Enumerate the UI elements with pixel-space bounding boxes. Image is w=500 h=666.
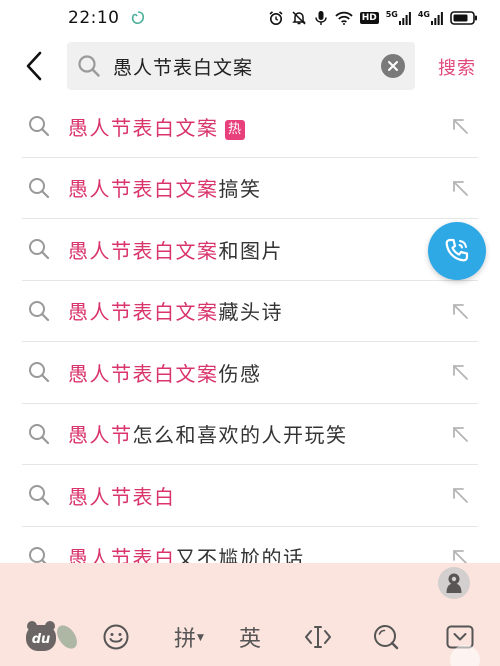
arrow-up-left-icon[interactable] bbox=[450, 116, 470, 136]
suggestion-rest: 藏头诗 bbox=[218, 300, 283, 325]
assistant-icon bbox=[446, 573, 462, 593]
english-label: 英 bbox=[238, 627, 261, 652]
smiley-icon bbox=[103, 624, 129, 650]
search-icon bbox=[29, 300, 50, 321]
clear-button[interactable] bbox=[381, 54, 405, 78]
suggestion-text: 愚人节表白文案热 bbox=[68, 112, 245, 141]
search-icon bbox=[78, 55, 100, 77]
suggestion-item[interactable]: 愚人节表白 bbox=[22, 465, 478, 527]
search-icon bbox=[29, 116, 50, 137]
suggestion-highlight: 愚人节表白 bbox=[68, 484, 176, 509]
cursor-move-icon bbox=[305, 626, 331, 648]
keyboard-assistant-button[interactable] bbox=[438, 567, 470, 599]
suggestion-text: 愚人节表白文案伤感 bbox=[68, 358, 262, 387]
search-input[interactable]: 愚人节表白文案 bbox=[67, 42, 415, 90]
mute-bell-icon bbox=[291, 11, 306, 25]
screen: 22:10 HD 5G 4G 愚人节表白文案 搜索 愚人节表白文案 热 愚人节表… bbox=[0, 0, 500, 666]
search-header: 愚人节表白文案 搜索 bbox=[0, 40, 500, 92]
suggestion-item[interactable]: 愚人节表白文案伤感 bbox=[22, 342, 478, 404]
battery-icon bbox=[450, 11, 477, 25]
suggestion-rest: 和图片 bbox=[218, 238, 283, 263]
search-icon bbox=[29, 177, 50, 198]
hd-badge: HD bbox=[359, 12, 379, 24]
signal-5g: 5G bbox=[386, 11, 411, 25]
signal-bars-icon bbox=[431, 12, 443, 25]
bear-logo-icon: du bbox=[26, 621, 77, 651]
search-query-text[interactable]: 愚人节表白文案 bbox=[113, 53, 381, 80]
emoji-button[interactable] bbox=[98, 615, 134, 659]
status-bar: 22:10 HD 5G 4G bbox=[0, 0, 500, 36]
suggestion-text: 愚人节怎么和喜欢的人开玩笑 bbox=[68, 419, 348, 448]
signal-4g: 4G bbox=[418, 11, 443, 25]
suggestion-highlight: 愚人节表白文案 bbox=[68, 238, 219, 263]
keyboard-toolbar-row: du 拼 ▼ 英 bbox=[0, 615, 500, 659]
chevron-left-icon bbox=[26, 51, 42, 81]
pinyin-label: 拼 bbox=[174, 627, 197, 652]
signal-4g-label: 4G bbox=[417, 10, 430, 19]
suggestion-highlight: 愚人节表白文案 bbox=[68, 115, 219, 140]
signal-5g-label: 5G bbox=[385, 10, 398, 19]
status-icons: HD 5G 4G bbox=[268, 10, 478, 26]
suggestion-item[interactable]: 愚人节表白文案和图片 bbox=[22, 219, 478, 281]
suggestion-item[interactable]: 愚人节表白文案搞笑 bbox=[22, 158, 478, 219]
alarm-icon bbox=[269, 11, 283, 25]
suggestion-text: 愚人节表白文案藏头诗 bbox=[68, 296, 283, 325]
wifi-icon bbox=[335, 11, 353, 25]
app-notification-icon bbox=[131, 11, 144, 25]
cursor-move-button[interactable] bbox=[300, 615, 336, 659]
arrow-up-left-icon[interactable] bbox=[450, 424, 470, 444]
suggestion-highlight: 愚人节表白文案 bbox=[68, 300, 219, 325]
suggestion-text: 愚人节表白文案和图片 bbox=[68, 235, 283, 264]
english-mode-button[interactable]: 英 bbox=[232, 615, 268, 659]
suggestion-item[interactable]: 愚人节怎么和喜欢的人开玩笑 bbox=[22, 404, 478, 465]
suggestion-text: 愚人节表白 bbox=[68, 481, 176, 510]
suggestion-highlight: 愚人节表白文案 bbox=[68, 177, 219, 202]
search-icon bbox=[29, 239, 50, 260]
microphone-icon bbox=[315, 11, 327, 25]
arrow-up-left-icon[interactable] bbox=[450, 485, 470, 505]
keyboard-logo-button[interactable]: du bbox=[22, 615, 80, 659]
suggestion-rest: 伤感 bbox=[218, 361, 262, 386]
keyboard-logo-label: du bbox=[32, 632, 51, 647]
search-submit-button[interactable]: 搜索 bbox=[438, 54, 476, 80]
suggestion-highlight: 愚人节 bbox=[68, 423, 133, 448]
search-icon bbox=[374, 625, 399, 650]
hot-badge: 热 bbox=[224, 119, 245, 140]
suggestion-rest: 搞笑 bbox=[218, 177, 262, 202]
dropdown-caret-icon: ▼ bbox=[197, 633, 204, 643]
status-time: 22:10 bbox=[68, 8, 120, 28]
suggestion-rest: 怎么和喜欢的人开玩笑 bbox=[132, 423, 348, 448]
call-float-button[interactable] bbox=[428, 222, 486, 280]
phone-icon bbox=[445, 238, 469, 262]
search-icon bbox=[29, 485, 50, 506]
clear-icon bbox=[388, 61, 398, 71]
suggestion-list: 愚人节表白文案热愚人节表白文案搞笑 愚人节表白文案和图片 愚人节表白文案藏头诗 愚人节… bbox=[22, 96, 478, 588]
suggestion-text: 愚人节表白文案搞笑 bbox=[68, 173, 262, 202]
suggestion-item[interactable]: 愚人节表白文案藏头诗 bbox=[22, 281, 478, 342]
keyboard-search-button[interactable] bbox=[368, 615, 404, 659]
pinyin-mode-button[interactable]: 拼 ▼ bbox=[168, 615, 210, 659]
back-button[interactable] bbox=[16, 48, 52, 84]
arrow-up-left-icon[interactable] bbox=[450, 301, 470, 321]
signal-bars-icon bbox=[398, 12, 411, 25]
keyboard-toolbar: du 拼 ▼ 英 bbox=[0, 563, 500, 666]
arrow-up-left-icon[interactable] bbox=[450, 178, 470, 198]
arrow-up-left-icon[interactable] bbox=[450, 362, 470, 382]
suggestion-highlight: 愚人节表白文案 bbox=[68, 361, 219, 386]
suggestion-item[interactable]: 愚人节表白文案热 bbox=[22, 96, 478, 158]
search-icon bbox=[29, 423, 50, 444]
search-icon bbox=[29, 362, 50, 383]
